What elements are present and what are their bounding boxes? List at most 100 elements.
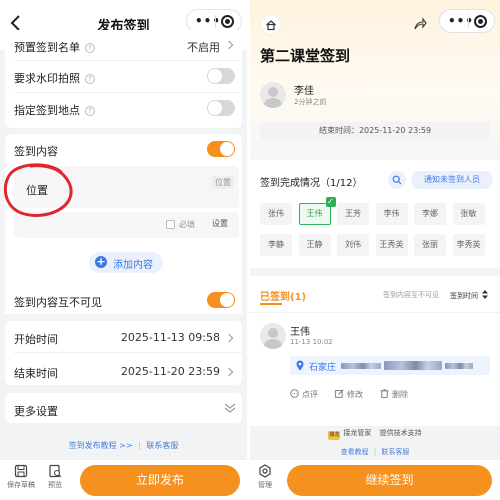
brand-name: 接龙管家 [343, 429, 372, 437]
watermark-toggle[interactable] [207, 68, 235, 84]
preview-button[interactable]: 预览 [40, 464, 70, 490]
continue-signin-button[interactable]: 继续签到 [287, 465, 492, 496]
search-button[interactable] [388, 171, 406, 189]
attendee-cell[interactable]: 王伟 ✓ [298, 197, 336, 225]
invisible-toggle[interactable] [207, 292, 235, 308]
help-icon[interactable]: ? [85, 74, 95, 84]
support-link[interactable]: 联系客服 [381, 448, 409, 456]
delete-label: 删除 [392, 390, 408, 399]
help-icon[interactable]: ? [85, 43, 95, 53]
location-label: 指定签到地点 [14, 104, 80, 117]
edit-button[interactable]: 修改 [335, 389, 363, 400]
attendee-cell[interactable]: 刘伟 [337, 234, 369, 256]
content-field-box[interactable]: 位置 位置 [14, 166, 239, 208]
tab-underline [260, 303, 282, 305]
sort-button[interactable]: 签到时间 [450, 290, 489, 301]
required-checkbox[interactable] [166, 220, 175, 229]
link-separator: | [138, 441, 141, 450]
publisher-avatar [260, 82, 286, 108]
record-location[interactable]: 石家庄 [290, 356, 490, 375]
more-settings-row[interactable]: 更多设置 [5, 393, 242, 423]
support-link[interactable]: 联系客服 [146, 441, 178, 450]
close-miniprogram-icon[interactable] [221, 15, 234, 28]
attendee-name: 王秀英 [379, 240, 404, 249]
publish-time: 2分钟之前 [294, 98, 327, 106]
divider [14, 60, 242, 61]
divider [250, 312, 500, 313]
invisible-row: 签到内容互不可见 [5, 286, 242, 314]
divider [14, 352, 242, 353]
help-links: 签到发布教程 >> | 联系客服 [0, 440, 247, 451]
more-settings-label: 更多设置 [14, 405, 58, 418]
activity-title: 第二课堂签到 [260, 47, 351, 65]
divider [14, 92, 242, 93]
add-content-button[interactable]: + 添加内容 [89, 252, 163, 273]
attendee-name: 张丽 [422, 240, 438, 249]
home-icon [266, 20, 276, 31]
signed-list-card: 已签到(1) 签到内容互不可见 签到时间 王伟 11-13 10:02 石家庄 [250, 276, 500, 426]
attendee-cell[interactable]: 李静 [260, 234, 292, 256]
brand-logo: 接龙 [328, 431, 341, 440]
record-avatar [260, 323, 286, 349]
publish-button[interactable]: 立即发布 [80, 465, 240, 496]
bottom-bar: 管理 继续签到 [250, 459, 500, 500]
attendee-cell[interactable]: 王静 [298, 234, 331, 256]
attendee-cell[interactable]: 张敏 [452, 203, 485, 225]
location-toggle[interactable] [207, 100, 235, 116]
attendee-cell[interactable]: 张伟 [260, 203, 292, 225]
save-icon [14, 464, 28, 478]
start-time-label: 开始时间 [14, 333, 58, 346]
tutorial-link[interactable]: 签到发布教程 >> [69, 441, 133, 450]
save-draft-label: 保存草稿 [7, 481, 35, 489]
end-time-banner: 结束时间：2025-11-20 23:59 [260, 122, 490, 140]
manage-button[interactable]: 管理 [250, 464, 280, 490]
delete-button[interactable]: 删除 [380, 389, 408, 400]
field-type-tag: 位置 [212, 176, 234, 189]
signed-tab[interactable]: 已签到(1) [260, 288, 306, 303]
publisher-name: 李佳 [294, 86, 314, 97]
help-icon[interactable]: ? [85, 106, 95, 116]
sort-label: 签到时间 [450, 292, 478, 300]
more-icon[interactable]: ••• [195, 14, 221, 28]
completion-label: 签到完成情况（1/12） [260, 178, 363, 189]
location-prefix: 石家庄 [309, 363, 337, 373]
attendee-name: 张敏 [460, 209, 477, 218]
attendee-name: 李娜 [422, 209, 438, 218]
signin-detail-screen: ••• 第二课堂签到 李佳 2分钟之前 结束时间：2025-11-20 23:5… [250, 0, 500, 500]
attendee-cell[interactable]: 李伟 [375, 203, 408, 225]
manage-label: 管理 [258, 481, 272, 489]
attendee-cell[interactable]: 李秀英 [452, 234, 485, 256]
save-draft-button[interactable]: 保存草稿 [6, 464, 36, 490]
comment-button[interactable]: 点评 [290, 389, 318, 400]
record-name: 王伟 [290, 327, 310, 338]
required-label: 必填 [179, 220, 195, 229]
end-time-value: 2025-11-20 23:59 [358, 126, 432, 135]
plus-icon: + [95, 255, 107, 268]
home-button[interactable] [260, 14, 281, 35]
double-chevron-down-icon [224, 403, 236, 413]
capsule-divider [215, 15, 216, 28]
attendee-cell[interactable]: 张丽 [414, 234, 446, 256]
notify-unsigned-button[interactable]: 通知未签到人员 [411, 171, 493, 189]
content-toggle[interactable] [207, 141, 235, 157]
attendee-cell[interactable]: 李娜 [414, 203, 446, 225]
attendee-cell[interactable]: 王秀英 [375, 234, 408, 256]
location-pin-icon [296, 360, 304, 371]
publish-signin-screen: 发布签到 ••• 预置签到名单? 不启用 要求水印拍照? 指定签到地点? 签到内… [0, 0, 247, 500]
invisible-label: 签到内容互不可见 [14, 296, 102, 309]
edit-icon [335, 389, 344, 398]
tech-support-text: 提供技术支持 [379, 429, 422, 437]
end-time-label: 结束时间： [318, 126, 359, 135]
footer-links: 查看教程 | 联系客服 [250, 447, 500, 457]
field-options-bar: 必填 设置 [14, 212, 239, 238]
tutorial-link[interactable]: 查看教程 [341, 448, 369, 456]
more-icon[interactable]: ••• [448, 14, 474, 28]
close-miniprogram-icon[interactable] [474, 15, 487, 28]
share-icon[interactable] [413, 17, 427, 31]
sort-icon [482, 290, 489, 299]
end-time-label: 结束时间 [14, 367, 58, 380]
attendee-cell[interactable]: 王芳 [337, 203, 369, 225]
check-icon: ✓ [325, 197, 336, 207]
field-setting-button[interactable]: 设置 [212, 218, 228, 229]
start-time-value: 2025-11-13 09:58 [120, 331, 220, 344]
